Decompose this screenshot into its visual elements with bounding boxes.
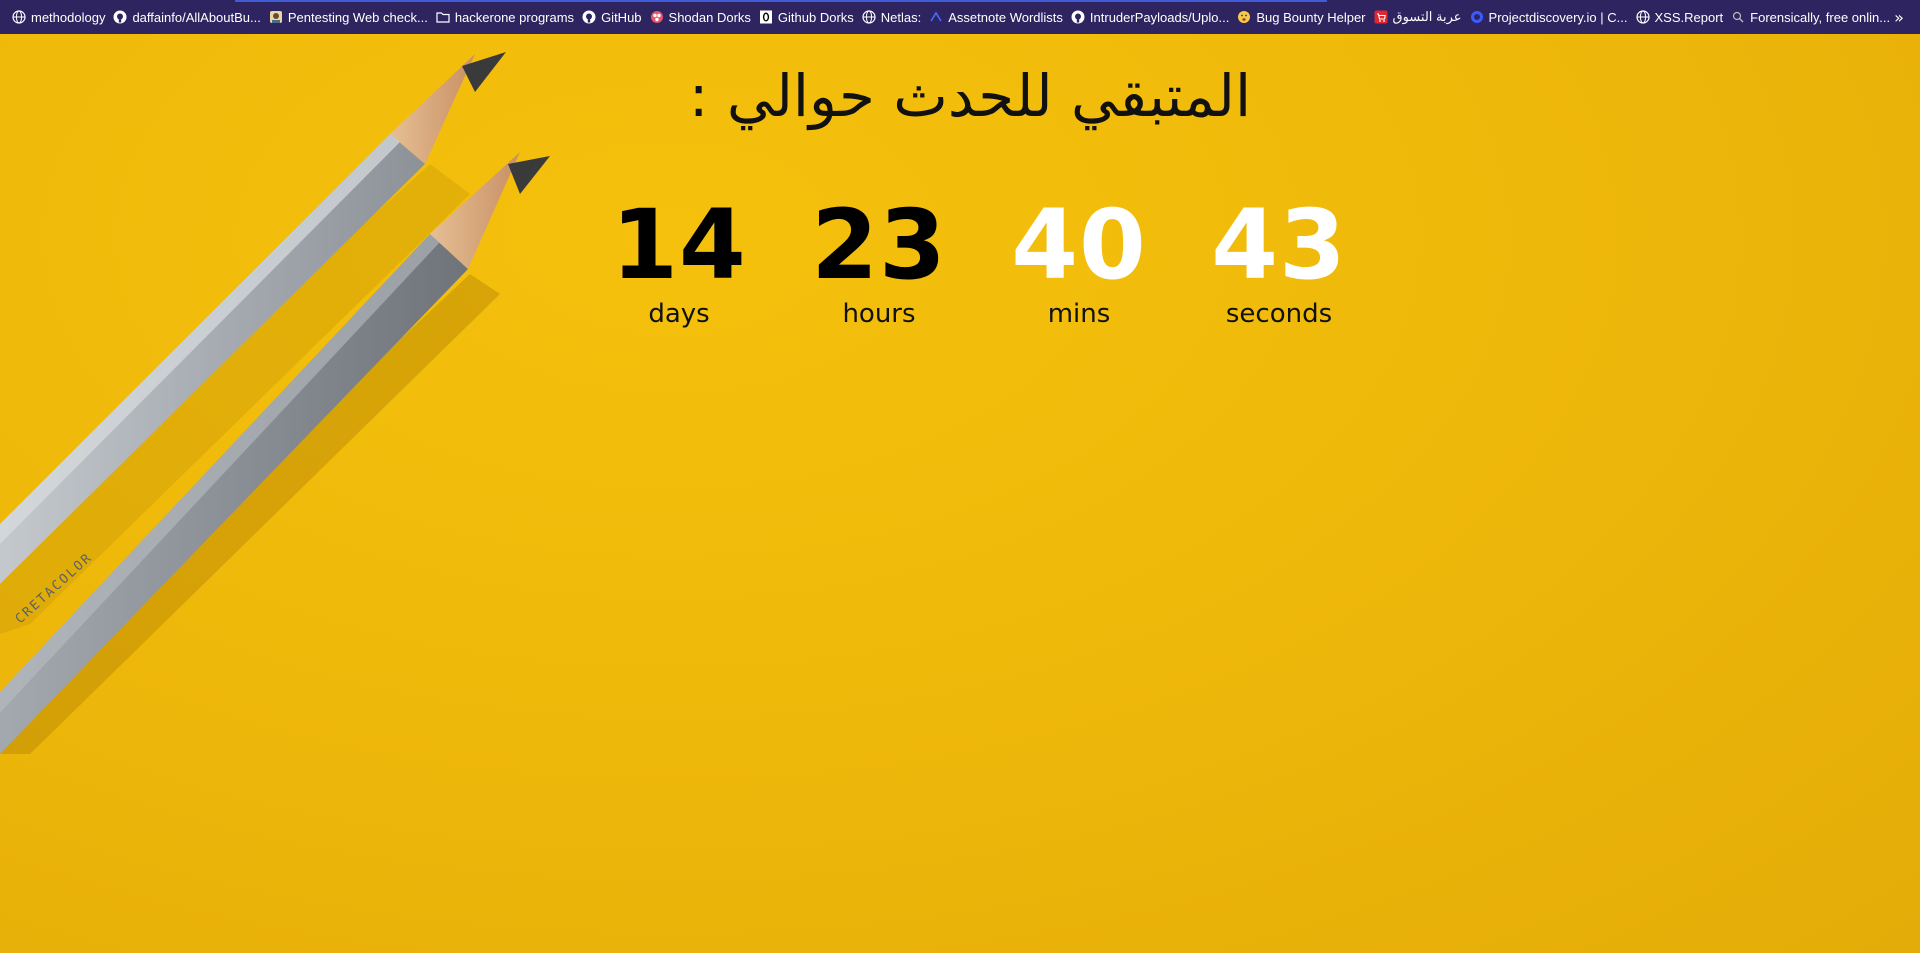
bookmark-label: Pentesting Web check... bbox=[287, 9, 428, 25]
bookmark-label: عربة التسوق bbox=[1392, 9, 1462, 24]
globe-icon bbox=[1635, 10, 1650, 24]
github-icon bbox=[1071, 10, 1085, 24]
hours-value: 23 bbox=[811, 189, 947, 301]
magnifier-icon bbox=[1731, 10, 1745, 24]
bookmark-label: Shodan Dorks bbox=[668, 9, 751, 25]
bookmark-item[interactable]: Github Dorks bbox=[759, 5, 862, 29]
bookmark-item[interactable]: GitHub bbox=[582, 5, 649, 29]
assetnote-icon bbox=[929, 10, 943, 24]
countdown-hours: 23 hours bbox=[779, 195, 979, 329]
mins-value: 40 bbox=[1011, 189, 1147, 301]
bookmark-label: Github Dorks bbox=[777, 9, 854, 25]
github-icon bbox=[113, 10, 127, 24]
bookmark-label: Projectdiscovery.io | C... bbox=[1488, 9, 1628, 25]
bookmark-item[interactable]: Netlas: bbox=[862, 5, 929, 29]
bookmark-item[interactable]: Bug Bounty Helper bbox=[1237, 5, 1373, 29]
bookmark-item[interactable]: IntruderPayloads/Uplo... bbox=[1071, 5, 1237, 29]
hacker-avatar-icon bbox=[269, 10, 283, 24]
bookmark-list: methodology daffainfo/AllAboutBu... Pentes… bbox=[12, 5, 1898, 29]
bookmark-item[interactable]: Projectdiscovery.io | C... bbox=[1470, 5, 1636, 29]
bookmark-item[interactable]: Pentesting Web check... bbox=[269, 5, 436, 29]
bookmark-label: hackerone programs bbox=[454, 9, 575, 25]
globe-icon bbox=[862, 10, 876, 24]
bookmark-item[interactable]: Assetnote Wordlists bbox=[929, 5, 1071, 29]
seconds-value: 43 bbox=[1211, 189, 1347, 301]
countdown-timer: 14 days 23 hours 40 mins 43 seconds bbox=[579, 195, 1379, 329]
loading-indicator bbox=[235, 0, 1327, 2]
days-label: days bbox=[648, 299, 710, 329]
countdown-heading: المتبقي للحدث حوالي : bbox=[688, 62, 1252, 130]
bookmark-item[interactable]: عربة التسوق bbox=[1374, 5, 1470, 29]
github-icon bbox=[582, 10, 596, 24]
folder-icon bbox=[436, 10, 450, 24]
pencils-image: CRETACOLOR bbox=[0, 52, 550, 754]
bookmarks-bar: methodology daffainfo/AllAboutBu... Pentes… bbox=[0, 0, 1920, 34]
bookmark-label: methodology bbox=[31, 9, 106, 25]
bookmark-item[interactable]: Forensically, free onlin... bbox=[1731, 5, 1898, 29]
bookmark-item[interactable]: Shodan Dorks bbox=[650, 5, 759, 29]
bookmark-label: IntruderPayloads/Uplo... bbox=[1089, 9, 1230, 25]
bookmark-label: GitHub bbox=[601, 9, 642, 25]
days-value: 14 bbox=[611, 189, 747, 301]
bookmark-item[interactable]: daffainfo/AllAboutBu... bbox=[113, 5, 268, 29]
countdown-days: 14 days bbox=[579, 195, 779, 329]
bookmark-label: Forensically, free onlin... bbox=[1750, 9, 1891, 25]
bookmark-item[interactable]: hackerone programs bbox=[436, 5, 582, 29]
shodan-icon bbox=[650, 10, 664, 24]
zero-icon bbox=[759, 10, 773, 24]
countdown-seconds: 43 seconds bbox=[1179, 195, 1379, 329]
globe-icon bbox=[12, 10, 26, 24]
countdown-mins: 40 mins bbox=[979, 195, 1179, 329]
bookmark-item[interactable]: XSS.Report bbox=[1635, 5, 1732, 29]
shopping-cart-icon bbox=[1374, 10, 1388, 24]
emoji-icon bbox=[1237, 10, 1251, 24]
bookmark-label: XSS.Report bbox=[1654, 9, 1724, 25]
bookmark-label: Bug Bounty Helper bbox=[1256, 9, 1366, 25]
hours-label: hours bbox=[842, 299, 916, 329]
mins-label: mins bbox=[1047, 299, 1111, 329]
bookmark-label: daffainfo/AllAboutBu... bbox=[132, 9, 261, 25]
seconds-label: seconds bbox=[1225, 299, 1333, 329]
bookmark-label: Assetnote Wordlists bbox=[948, 9, 1063, 25]
bookmark-item[interactable]: methodology bbox=[12, 5, 113, 29]
bookmark-label: Netlas: bbox=[880, 9, 922, 25]
bookmarks-overflow-button[interactable]: » bbox=[1888, 6, 1910, 28]
projectdiscovery-icon bbox=[1470, 10, 1484, 24]
